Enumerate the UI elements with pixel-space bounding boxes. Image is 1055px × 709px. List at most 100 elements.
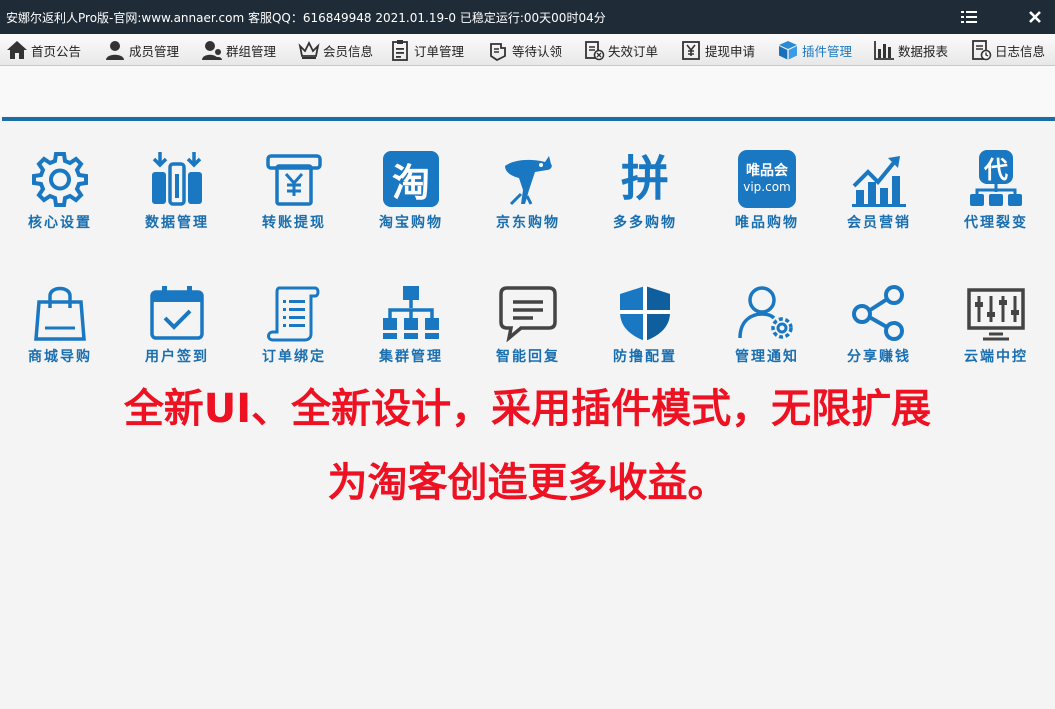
toolbar-item-vip-info[interactable]: 会员信息 <box>298 34 373 66</box>
toolbar-label: 群组管理 <box>226 43 277 59</box>
tile-agent-fission[interactable]: 代 代理裂变 <box>941 149 1051 249</box>
shopping-bag-icon <box>30 283 90 343</box>
share-icon <box>849 283 909 343</box>
tile-admin-notice[interactable]: 管理通知 <box>712 283 822 383</box>
content-header-area <box>0 66 1055 116</box>
tile-cloud-control[interactable]: 云端中控 <box>941 283 1051 383</box>
window-title: 安娜尔返利人Pro版-官网:www.annaer.com 客服QQ：616849… <box>6 10 606 25</box>
toolbar-item-members[interactable]: 成员管理 <box>104 34 179 66</box>
cube-icon <box>777 39 799 61</box>
tile-label: 防撸配置 <box>613 349 677 365</box>
toolbar-item-groups[interactable]: 群组管理 <box>201 34 276 66</box>
tile-core-settings[interactable]: 核心设置 <box>5 149 115 249</box>
tile-label: 京东购物 <box>496 215 560 231</box>
hand-icon <box>487 39 509 61</box>
tile-user-checkin[interactable]: 用户签到 <box>122 283 232 383</box>
toolbar-item-withdraw[interactable]: 提现申请 <box>680 34 755 66</box>
promo-line-2: 为淘客创造更多收益。 <box>327 460 728 506</box>
toolbar-label: 等待认领 <box>512 43 563 59</box>
shield-icon <box>615 283 675 343</box>
close-button[interactable] <box>1024 6 1046 28</box>
tile-label: 淘宝购物 <box>379 215 443 231</box>
order-scroll-icon <box>264 283 324 343</box>
menu-button[interactable] <box>958 6 980 28</box>
tile-cluster-management[interactable]: 集群管理 <box>356 283 466 383</box>
tile-data-management[interactable]: 数据管理 <box>122 149 232 249</box>
yen-withdraw-icon <box>680 39 702 61</box>
crown-icon <box>298 39 320 61</box>
main-toolbar: 首页公告 成员管理 群组管理 会员信息 订单管理 等待认领 失效订单 提现申请 … <box>0 34 1055 66</box>
title-bar: 安娜尔返利人Pro版-官网:www.annaer.com 客服QQ：616849… <box>0 0 1055 34</box>
toolbar-label: 会员信息 <box>323 43 374 59</box>
tile-label: 代理裂变 <box>964 215 1028 231</box>
tile-label: 会员营销 <box>847 215 911 231</box>
promo-line-1: 全新UI、全新设计，采用插件模式，无限扩展 <box>123 386 932 432</box>
group-user-icon <box>201 39 223 61</box>
toolbar-label: 失效订单 <box>608 43 659 59</box>
tile-taobao-shopping[interactable]: 淘 淘宝购物 <box>356 149 466 249</box>
toolbar-item-reports[interactable]: 数据报表 <box>873 34 948 66</box>
tile-vip-shopping[interactable]: 唯品会 vip.com 唯品购物 <box>712 149 822 249</box>
tile-smart-reply[interactable]: 智能回复 <box>473 283 583 383</box>
cluster-icon <box>381 283 441 343</box>
toolbar-item-logs[interactable]: 日志信息 <box>970 34 1045 66</box>
data-bars-icon <box>147 149 207 209</box>
jd-dog-icon <box>498 149 558 209</box>
vip-url-glyph: vip.com <box>743 180 791 194</box>
toolbar-label: 数据报表 <box>898 43 949 59</box>
vip-glyph: 唯品会 <box>746 163 788 179</box>
taobao-icon: 淘 <box>381 149 441 209</box>
log-icon <box>970 39 992 61</box>
tile-label: 转账提现 <box>262 215 326 231</box>
bar-chart-icon <box>873 39 895 61</box>
vip-icon: 唯品会 vip.com <box>737 149 797 209</box>
gear-icon <box>30 149 90 209</box>
tile-label: 商城导购 <box>28 349 92 365</box>
home-icon <box>6 39 28 61</box>
tile-label: 智能回复 <box>496 349 560 365</box>
clipboard-list-icon <box>389 39 411 61</box>
tile-label: 核心设置 <box>28 215 92 231</box>
toolbar-label: 提现申请 <box>705 43 756 59</box>
toolbar-label: 插件管理 <box>802 43 853 59</box>
tile-label: 数据管理 <box>145 215 209 231</box>
pinduoduo-glyph: 拼 <box>620 151 669 207</box>
tile-label: 订单绑定 <box>262 349 326 365</box>
toolbar-item-pending-claim[interactable]: 等待认领 <box>487 34 562 66</box>
tile-label: 管理通知 <box>735 349 799 365</box>
chat-bubble-icon <box>498 283 558 343</box>
toolbar-item-orders[interactable]: 订单管理 <box>389 34 464 66</box>
tile-label: 用户签到 <box>145 349 209 365</box>
control-sliders-icon <box>966 283 1026 343</box>
tile-label: 分享赚钱 <box>847 349 911 365</box>
yen-atm-icon <box>264 149 324 209</box>
toolbar-item-home[interactable]: 首页公告 <box>6 34 81 66</box>
plugin-grid: 核心设置 数据管理 转账提现 淘 淘宝购物 京东购物 拼 多多购物 唯品会 vi… <box>0 121 1055 371</box>
tile-label: 唯品购物 <box>735 215 799 231</box>
pinduoduo-icon: 拼 <box>615 149 675 209</box>
tile-order-binding[interactable]: 订单绑定 <box>239 283 349 383</box>
invalid-order-icon <box>583 39 605 61</box>
calendar-check-icon <box>147 283 207 343</box>
user-icon <box>104 39 126 61</box>
user-gear-icon <box>737 283 797 343</box>
tile-anti-abuse-config[interactable]: 防撸配置 <box>590 283 700 383</box>
hamburger-icon <box>961 11 977 23</box>
toolbar-item-plugins[interactable]: 插件管理 <box>777 34 852 66</box>
toolbar-item-invalid-orders[interactable]: 失效订单 <box>583 34 658 66</box>
tile-share-earn[interactable]: 分享赚钱 <box>824 283 934 383</box>
close-icon <box>1029 11 1041 23</box>
tile-member-marketing[interactable]: 会员营销 <box>824 149 934 249</box>
taobao-glyph: 淘 <box>383 151 439 207</box>
tile-jd-shopping[interactable]: 京东购物 <box>473 149 583 249</box>
toolbar-label: 订单管理 <box>414 43 465 59</box>
tile-label: 多多购物 <box>613 215 677 231</box>
toolbar-label: 首页公告 <box>31 43 82 59</box>
toolbar-label: 成员管理 <box>129 43 180 59</box>
tile-transfer-withdraw[interactable]: 转账提现 <box>239 149 349 249</box>
growth-chart-icon <box>849 149 909 209</box>
tile-pinduoduo-shopping[interactable]: 拼 多多购物 <box>590 149 700 249</box>
agent-tree-icon: 代 <box>966 149 1026 209</box>
tile-label: 云端中控 <box>964 349 1028 365</box>
tile-mall-guide[interactable]: 商城导购 <box>5 283 115 383</box>
